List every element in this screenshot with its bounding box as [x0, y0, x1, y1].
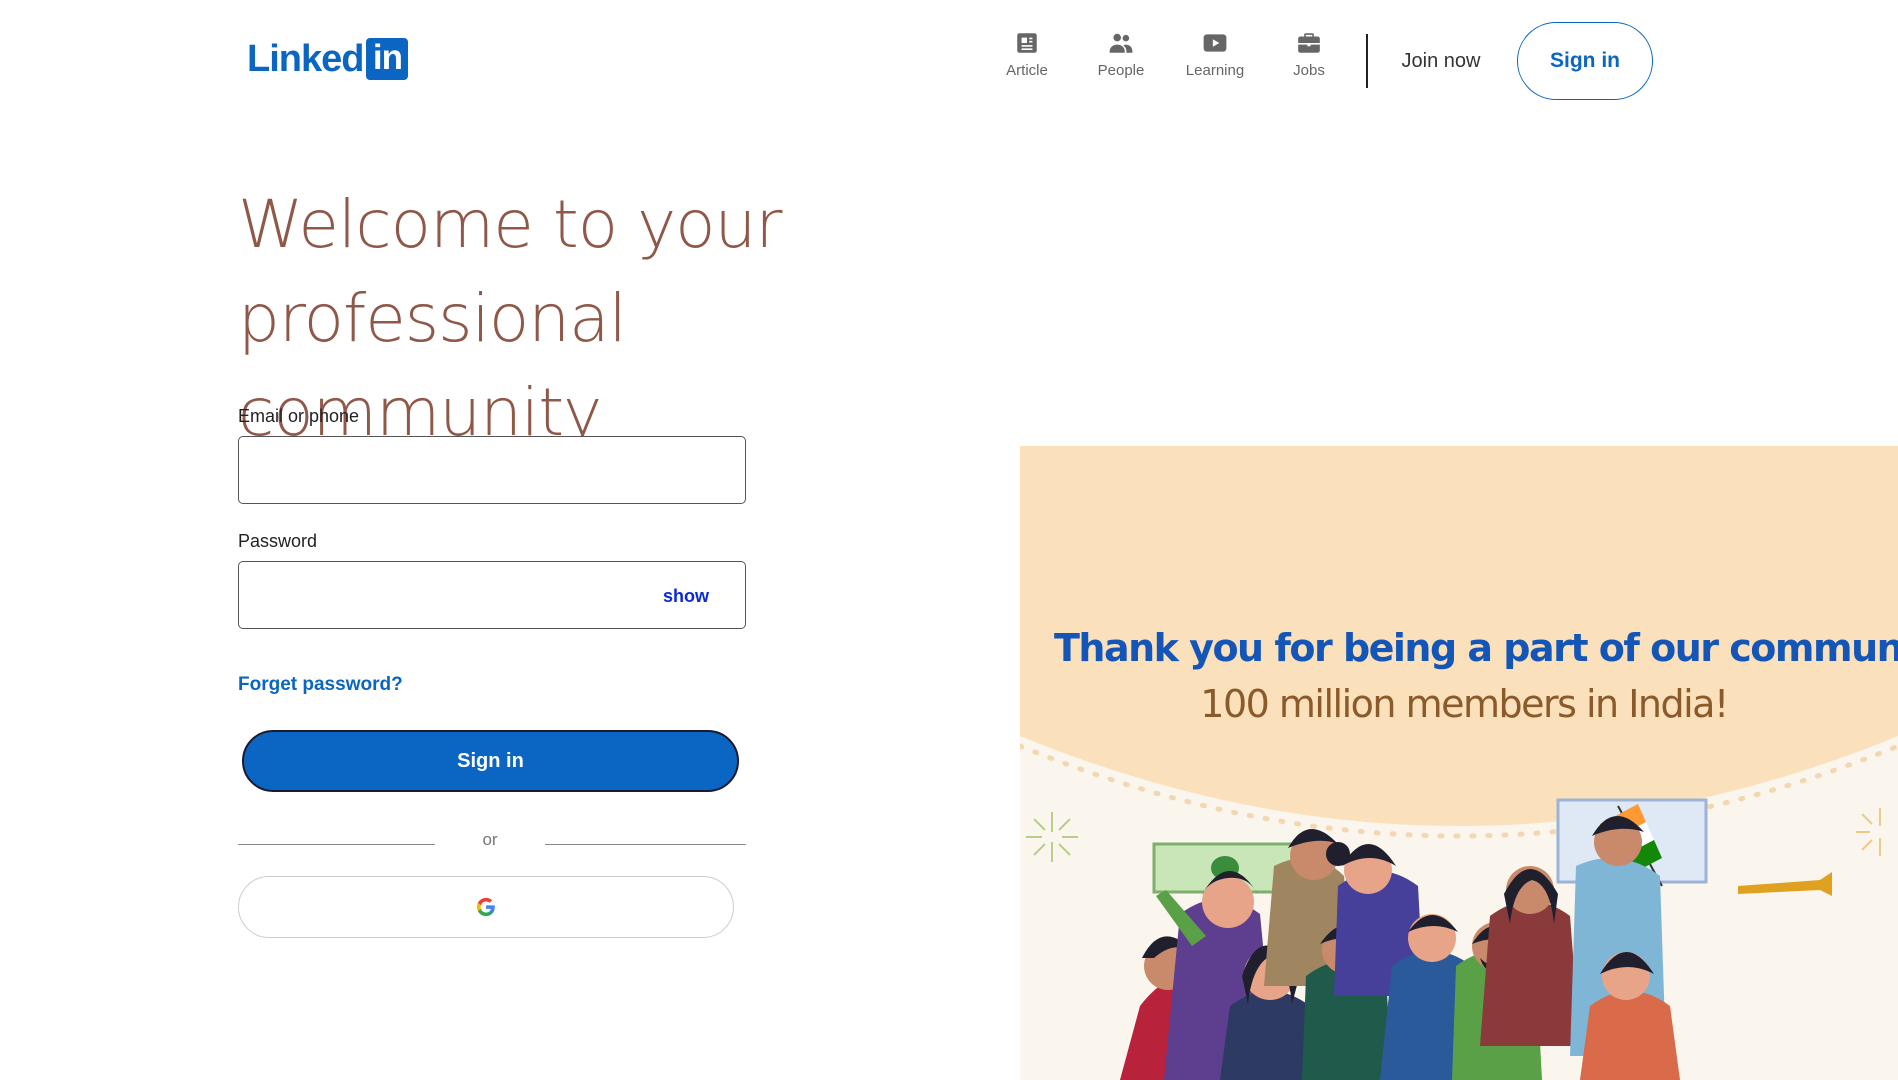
newspaper-icon [1017, 33, 1037, 53]
page-title-line-2: professional community [238, 280, 627, 451]
page-title-line-1: Welcome to your [238, 186, 783, 263]
people-icon [1109, 33, 1133, 53]
email-label: Email or phone [238, 406, 360, 426]
promo-thank-you-text: Thank you for being a part of our commun… [1054, 626, 1898, 670]
header-sign-in-button[interactable]: Sign in [1517, 22, 1653, 100]
or-separator: or [482, 830, 498, 849]
sign-in-button[interactable]: Sign in [242, 730, 739, 792]
google-g-icon [476, 897, 495, 917]
nav-label-learning: Learning [1185, 62, 1245, 79]
nav-label-article: Article [1006, 62, 1048, 79]
nav-divider [1366, 34, 1368, 88]
nav-item-article[interactable]: Article [980, 30, 1074, 79]
join-now-link[interactable]: Join now [1386, 36, 1496, 86]
promo-members-text: 100 million members in India! [1200, 682, 1729, 726]
nav-item-people[interactable]: People [1074, 30, 1168, 79]
nav-label-people: People [1097, 62, 1145, 79]
google-sign-in-button[interactable] [238, 876, 734, 938]
top-nav: Article People Learning Jobs [980, 30, 1356, 79]
logo-wordmark: Linked [247, 37, 364, 80]
play-video-icon [1203, 34, 1227, 52]
password-label: Password [238, 531, 318, 551]
forgot-password-link[interactable]: Forget password? [238, 674, 403, 696]
password-field[interactable]: show [238, 561, 746, 629]
linkedin-logo[interactable]: Linked in [247, 37, 409, 80]
briefcase-icon [1298, 33, 1320, 53]
email-field[interactable] [238, 436, 746, 504]
nav-label-jobs: Jobs [1293, 62, 1325, 79]
show-password-button[interactable]: show [663, 586, 709, 607]
community-banner: Thank you for being a part of our commun… [1020, 446, 1898, 1080]
or-divider-right [545, 844, 746, 845]
nav-item-jobs[interactable]: Jobs [1262, 30, 1356, 79]
or-divider-left [238, 844, 435, 845]
logo-in-box: in [366, 38, 409, 80]
nav-item-learning[interactable]: Learning [1168, 30, 1262, 79]
community-illustration [1020, 736, 1898, 1080]
